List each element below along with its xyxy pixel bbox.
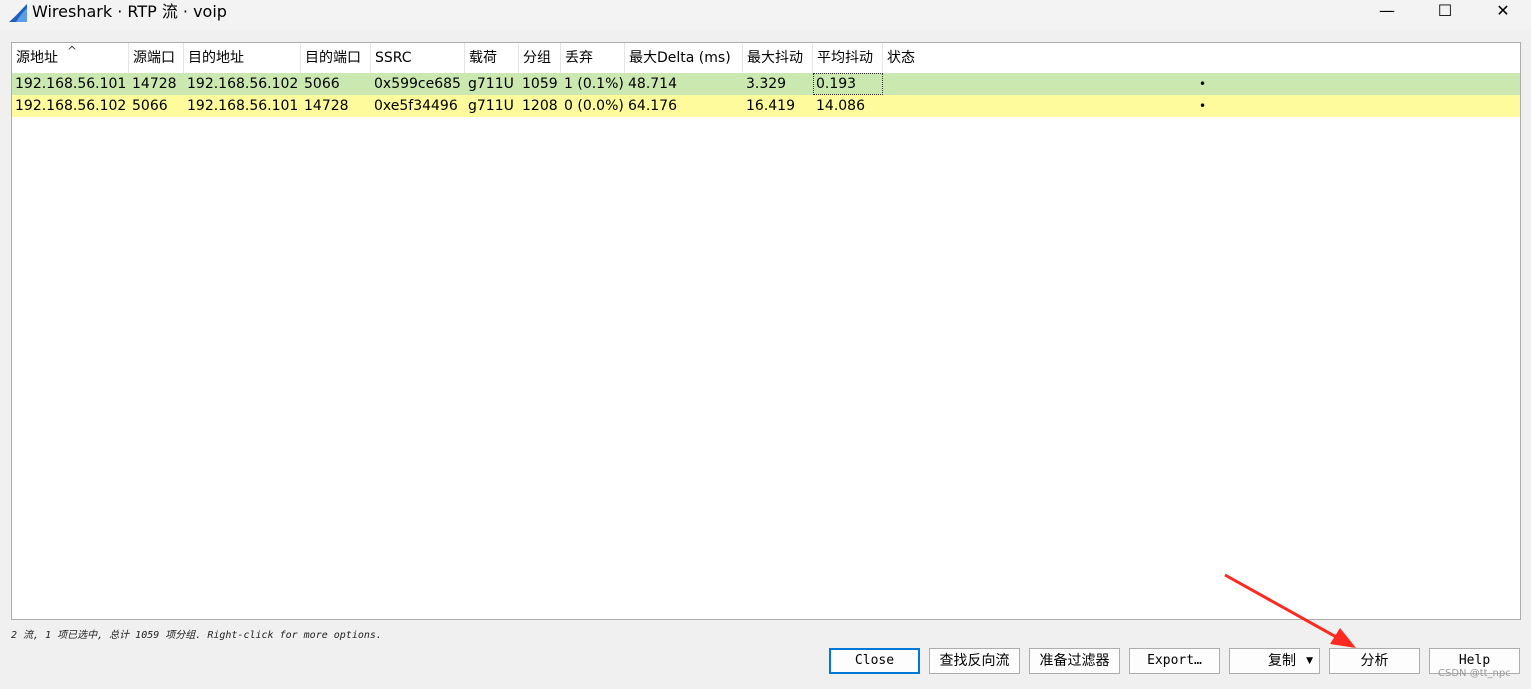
export-button[interactable]: Export… <box>1129 648 1220 674</box>
close-button[interactable]: Close <box>829 648 920 674</box>
status-hint: 2 流, 1 项已选中, 总计 1059 项分组. Right-click fo… <box>11 630 382 641</box>
close-window-button[interactable]: ✕ <box>1476 0 1530 30</box>
table-row[interactable]: 192.168.56.101 14728 192.168.56.102 5066… <box>12 73 1520 95</box>
status-dot: • <box>1199 99 1207 113</box>
column-header-mean-jitter[interactable]: 平均抖动 <box>813 43 883 73</box>
cell-mean-jitter: 14.086 <box>816 98 865 114</box>
column-header-lost[interactable]: 丢弃 <box>561 43 625 73</box>
cell-src-addr: 192.168.56.101 <box>15 76 127 92</box>
analyze-button[interactable]: 分析 <box>1329 648 1420 674</box>
cell-dst-port: 5066 <box>304 76 340 92</box>
minimize-button[interactable]: — <box>1360 0 1414 30</box>
cell-dst-addr: 192.168.56.101 <box>187 98 299 114</box>
window-title: Wireshark · RTP 流 · voip <box>32 2 227 21</box>
column-header-src-port[interactable]: 源端口 <box>129 43 184 73</box>
cell-payload: g711U <box>468 76 514 92</box>
column-header-dst-addr[interactable]: 目的地址 <box>184 43 301 73</box>
rtp-streams-table[interactable]: 源地址 ^ 源端口 目的地址 目的端口 SSRC 载荷 分组 丢弃 最大Delt… <box>11 42 1521 620</box>
cell-max-delta: 64.176 <box>628 98 677 114</box>
cell-src-port: 14728 <box>132 76 177 92</box>
title-bar: Wireshark · RTP 流 · voip — ☐ ✕ <box>0 0 1531 30</box>
cell-max-delta: 48.714 <box>628 76 677 92</box>
cell-dst-addr: 192.168.56.102 <box>187 76 299 92</box>
column-header-src-addr[interactable]: 源地址 ^ <box>12 43 129 73</box>
dropdown-arrow-icon: ▼ <box>1306 656 1313 666</box>
table-row[interactable]: 192.168.56.102 5066 192.168.56.101 14728… <box>12 95 1520 117</box>
wireshark-fin-icon <box>9 4 27 22</box>
copy-button-label: 复制 <box>1268 653 1296 669</box>
column-header-ssrc[interactable]: SSRC <box>371 43 465 73</box>
cell-ssrc: 0xe5f34496 <box>374 98 458 114</box>
cell-lost: 0 (0.0%) <box>564 98 624 114</box>
cell-max-jitter: 16.419 <box>746 98 795 114</box>
find-reverse-button[interactable]: 查找反向流 <box>929 648 1020 674</box>
cell-payload: g711U <box>468 98 514 114</box>
copy-dropdown-button[interactable]: 复制 ▼ <box>1229 648 1320 674</box>
cell-packets: 1208 <box>522 98 558 114</box>
cell-max-jitter: 3.329 <box>746 76 787 92</box>
column-header-dst-port[interactable]: 目的端口 <box>301 43 371 73</box>
maximize-button[interactable]: ☐ <box>1418 0 1472 30</box>
cell-dst-port: 14728 <box>304 98 349 114</box>
cell-src-port: 5066 <box>132 98 168 114</box>
cell-lost: 1 (0.1%) <box>564 76 624 92</box>
table-header: 源地址 ^ 源端口 目的地址 目的端口 SSRC 载荷 分组 丢弃 最大Delt… <box>12 43 1520 73</box>
column-header-label: 源地址 <box>16 50 58 66</box>
cell-packets: 1059 <box>522 76 558 92</box>
watermark: CSDN @tt_npc <box>1438 668 1511 679</box>
column-header-max-delta[interactable]: 最大Delta (ms) <box>625 43 743 73</box>
column-header-packets[interactable]: 分组 <box>519 43 561 73</box>
cell-mean-jitter[interactable]: 0.193 <box>813 73 883 95</box>
cell-ssrc: 0x599ce685 <box>374 76 461 92</box>
column-header-max-jitter[interactable]: 最大抖动 <box>743 43 813 73</box>
column-header-payload[interactable]: 载荷 <box>465 43 519 73</box>
cell-src-addr: 192.168.56.102 <box>15 98 127 114</box>
sort-ascending-icon: ^ <box>67 44 78 58</box>
status-dot: • <box>1199 77 1207 91</box>
column-header-status[interactable]: 状态 <box>883 43 1520 73</box>
prepare-filter-button[interactable]: 准备过滤器 <box>1029 648 1120 674</box>
